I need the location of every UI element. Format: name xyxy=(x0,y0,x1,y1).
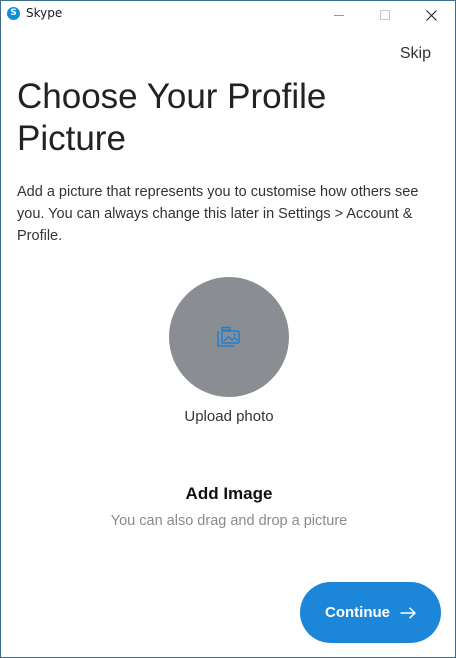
page-description: Add a picture that represents you to cus… xyxy=(17,184,419,244)
profile-picture-upload[interactable] xyxy=(169,277,289,397)
minimize-icon xyxy=(334,15,344,16)
minimize-button[interactable] xyxy=(316,1,362,29)
skip-button[interactable]: Skip xyxy=(400,45,431,63)
maximize-button[interactable] xyxy=(362,1,408,29)
title-bar: S Skype xyxy=(1,1,455,29)
page-title: Choose Your Profile Picture xyxy=(17,77,327,158)
close-button[interactable] xyxy=(408,1,454,29)
window-title: Skype xyxy=(26,6,63,20)
skype-logo-icon: S xyxy=(7,7,20,20)
image-upload-icon xyxy=(217,326,240,347)
close-icon xyxy=(425,9,437,21)
add-image-button[interactable]: Add Image xyxy=(79,484,379,504)
maximize-icon xyxy=(380,10,390,20)
continue-label: Continue xyxy=(325,604,390,621)
arrow-right-icon xyxy=(400,606,416,619)
drag-drop-hint: You can also drag and drop a picture xyxy=(110,513,348,529)
upload-photo-label[interactable]: Upload photo xyxy=(129,408,329,425)
skype-window: S Skype Skip Choose Your Profile Picture… xyxy=(0,0,456,658)
continue-button[interactable]: Continue xyxy=(300,582,441,643)
